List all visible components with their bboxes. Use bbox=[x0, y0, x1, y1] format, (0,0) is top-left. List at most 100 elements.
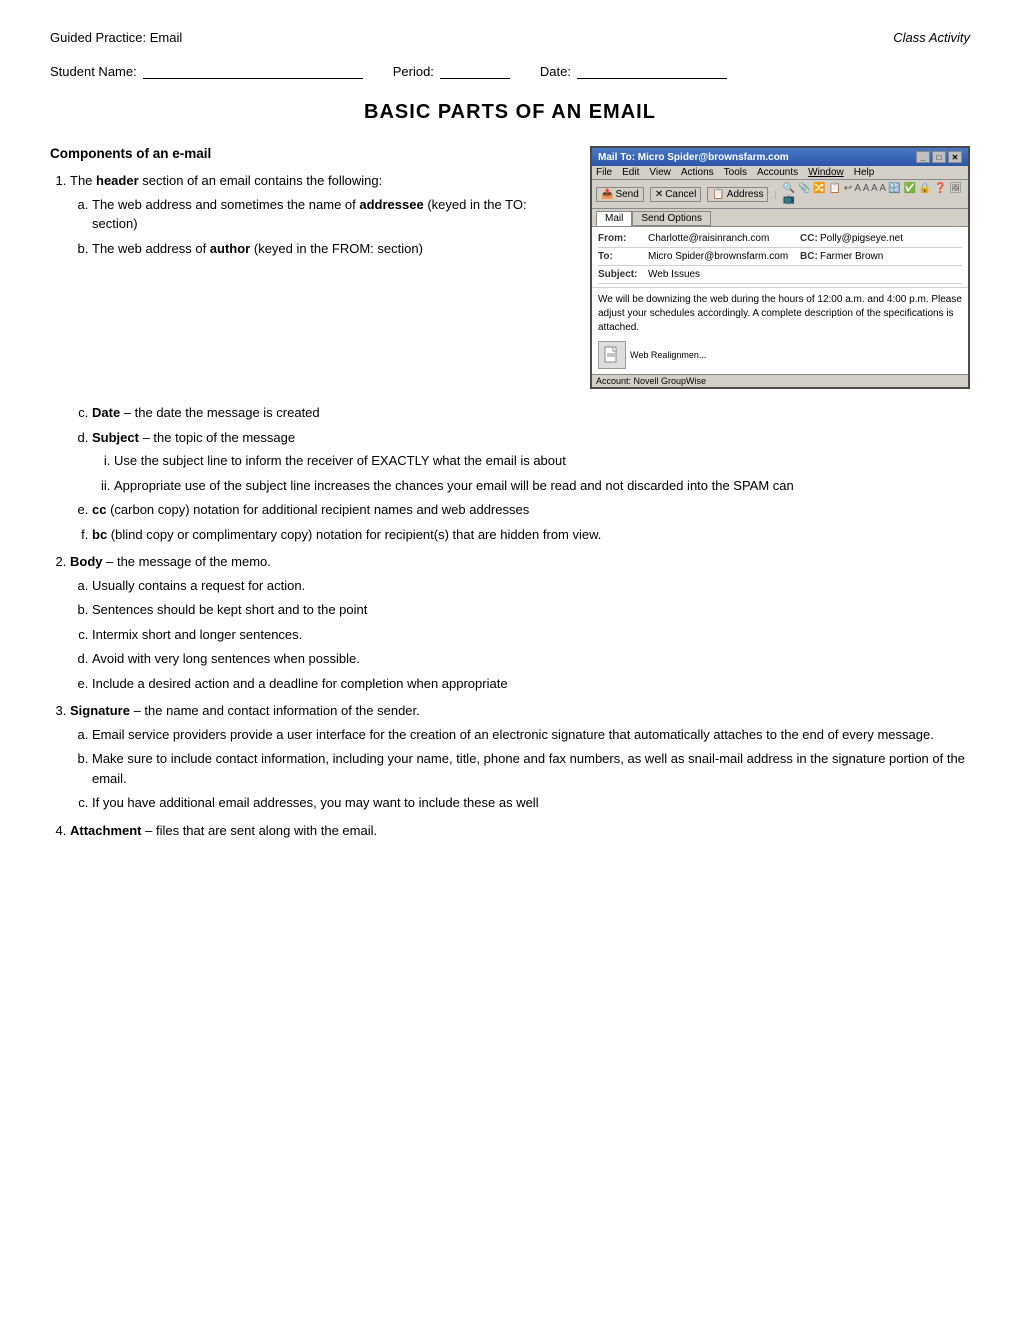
email-attachment: Web Realignmen... bbox=[598, 341, 962, 369]
student-name-field: Student Name: bbox=[50, 63, 363, 79]
student-name-input[interactable] bbox=[143, 63, 363, 79]
sub-list-1: The web address and sometimes the name o… bbox=[70, 195, 570, 259]
to-label: To: bbox=[598, 251, 648, 262]
list-item-1b: The web address of author (keyed in the … bbox=[92, 239, 570, 259]
attachment-icon[interactable] bbox=[598, 341, 626, 369]
list-item-1-cont: Date – the date the message is created S… bbox=[50, 403, 970, 544]
body-bold: Body bbox=[70, 554, 103, 569]
period-input[interactable] bbox=[440, 63, 510, 79]
address-icon: 📋 bbox=[712, 189, 724, 200]
list-item-2b: Sentences should be kept short and to th… bbox=[92, 600, 970, 620]
full-list-continuation: Date – the date the message is created S… bbox=[50, 403, 970, 840]
menu-file[interactable]: File bbox=[596, 167, 612, 178]
minimize-button[interactable]: _ bbox=[916, 151, 930, 163]
cancel-button[interactable]: ✕ Cancel bbox=[650, 187, 702, 202]
to-row: To: Micro Spider@brownsfarm.com BC: Farm… bbox=[598, 248, 962, 266]
continued-main-list: Date – the date the message is created S… bbox=[50, 403, 970, 544]
titlebar-controls: _ □ ✕ bbox=[916, 151, 962, 163]
email-title-text: Mail To: Micro Spider@brownsfarm.com bbox=[598, 152, 789, 163]
list-item-1c: Date – the date the message is created bbox=[92, 403, 970, 423]
email-menu-bar: File Edit View Actions Tools Accounts Wi… bbox=[592, 166, 968, 180]
page-title: Basic Parts of an Email bbox=[50, 101, 970, 124]
menu-actions[interactable]: Actions bbox=[681, 167, 714, 178]
list-item-1d: Subject – the topic of the message Use t… bbox=[92, 428, 970, 496]
menu-window[interactable]: Window bbox=[808, 167, 844, 178]
class-activity-label: Class Activity bbox=[893, 30, 970, 45]
bc-label: BC: bbox=[800, 251, 820, 262]
from-value: Charlotte@raisinranch.com bbox=[648, 233, 790, 244]
addressee-bold: addressee bbox=[359, 197, 423, 212]
main-list: The header section of an email contains … bbox=[50, 171, 570, 258]
components-title: Components of an e-mail bbox=[50, 146, 570, 161]
list-item-1d-i: Use the subject line to inform the recei… bbox=[114, 451, 970, 471]
date-field: Date: bbox=[540, 63, 727, 79]
menu-help[interactable]: Help bbox=[854, 167, 875, 178]
list-item-3b: Make sure to include contact information… bbox=[92, 749, 970, 788]
attachment-label: Web Realignmen... bbox=[630, 349, 706, 362]
student-info-line: Student Name: Period: Date: bbox=[50, 63, 970, 79]
list-item-3c: If you have additional email addresses, … bbox=[92, 793, 970, 813]
menu-accounts[interactable]: Accounts bbox=[757, 167, 798, 178]
email-body: We will be downizing the web during the … bbox=[592, 287, 968, 374]
list-item-3a: Email service providers provide a user i… bbox=[92, 725, 970, 745]
email-status-bar: Account: Novell GroupWise bbox=[592, 374, 968, 387]
bc-bold: bc bbox=[92, 527, 107, 542]
main-list-2-4: Body – the message of the memo. Usually … bbox=[50, 552, 970, 840]
list-item-1: The header section of an email contains … bbox=[70, 171, 570, 258]
to-value: Micro Spider@brownsfarm.com bbox=[648, 251, 790, 262]
content-area: Components of an e-mail The header secti… bbox=[50, 146, 970, 389]
date-input[interactable] bbox=[577, 63, 727, 79]
guided-practice-label: Guided Practice: Email bbox=[50, 30, 182, 45]
list-item-4: Attachment – files that are sent along w… bbox=[70, 821, 970, 841]
email-toolbar: 📤 Send ✕ Cancel 📋 Address | 🔍 📎 🔀 📋 ↩ A … bbox=[592, 180, 968, 209]
email-tabs: Mail Send Options bbox=[592, 209, 968, 227]
from-row: From: Charlotte@raisinranch.com CC: Poll… bbox=[598, 230, 962, 248]
roman-list-1d: Use the subject line to inform the recei… bbox=[92, 451, 970, 495]
tab-mail[interactable]: Mail bbox=[596, 211, 632, 226]
sub-list-1-cdef: Date – the date the message is created S… bbox=[70, 403, 970, 544]
close-button[interactable]: ✕ bbox=[948, 151, 962, 163]
tab-send-options[interactable]: Send Options bbox=[632, 211, 711, 226]
email-screenshot: Mail To: Micro Spider@brownsfarm.com _ □… bbox=[590, 146, 970, 389]
period-label: Period: bbox=[393, 64, 434, 79]
sub-list-3: Email service providers provide a user i… bbox=[70, 725, 970, 813]
cancel-icon: ✕ bbox=[655, 189, 663, 200]
cc-value: Polly@pigseye.net bbox=[820, 233, 962, 244]
student-name-label: Student Name: bbox=[50, 64, 137, 79]
header-bold: header bbox=[96, 173, 139, 188]
list-item-2d: Avoid with very long sentences when poss… bbox=[92, 649, 970, 669]
menu-view[interactable]: View bbox=[649, 167, 671, 178]
attachment-bold: Attachment bbox=[70, 823, 142, 838]
list-item-2a: Usually contains a request for action. bbox=[92, 576, 970, 596]
toolbar-icons: 🔍 📎 🔀 📋 ↩ A A A A 🔡 ✅ 🔒 ❓ 🖼 📺 bbox=[783, 183, 964, 205]
cc-label: CC: bbox=[800, 233, 820, 244]
address-label: Address bbox=[727, 189, 764, 200]
list-item-1d-ii: Appropriate use of the subject line incr… bbox=[114, 476, 970, 496]
list-item-2e: Include a desired action and a deadline … bbox=[92, 674, 970, 694]
author-bold: author bbox=[210, 241, 250, 256]
address-button[interactable]: 📋 Address bbox=[707, 187, 768, 202]
menu-tools[interactable]: Tools bbox=[724, 167, 747, 178]
send-button[interactable]: 📤 Send bbox=[596, 187, 644, 202]
email-fields: From: Charlotte@raisinranch.com CC: Poll… bbox=[592, 227, 968, 287]
from-label: From: bbox=[598, 233, 648, 244]
cc-bold: cc bbox=[92, 502, 106, 517]
sub-list-2: Usually contains a request for action. S… bbox=[70, 576, 970, 694]
date-bold: Date bbox=[92, 405, 120, 420]
subject-row: Subject: Web Issues bbox=[598, 266, 962, 284]
toolbar-divider: | bbox=[774, 189, 776, 199]
list-item-3: Signature – the name and contact informa… bbox=[70, 701, 970, 813]
bc-value: Farmer Brown bbox=[820, 251, 962, 262]
maximize-button[interactable]: □ bbox=[932, 151, 946, 163]
cancel-label: Cancel bbox=[665, 189, 696, 200]
menu-edit[interactable]: Edit bbox=[622, 167, 639, 178]
subject-bold: Subject bbox=[92, 430, 139, 445]
attachment-file-icon bbox=[604, 346, 620, 364]
list-item-1e: cc (carbon copy) notation for additional… bbox=[92, 500, 970, 520]
subject-value: Web Issues bbox=[648, 269, 962, 280]
email-window: Mail To: Micro Spider@brownsfarm.com _ □… bbox=[590, 146, 970, 389]
signature-bold: Signature bbox=[70, 703, 130, 718]
date-label: Date: bbox=[540, 64, 571, 79]
send-label: Send bbox=[615, 189, 638, 200]
period-field: Period: bbox=[393, 63, 510, 79]
